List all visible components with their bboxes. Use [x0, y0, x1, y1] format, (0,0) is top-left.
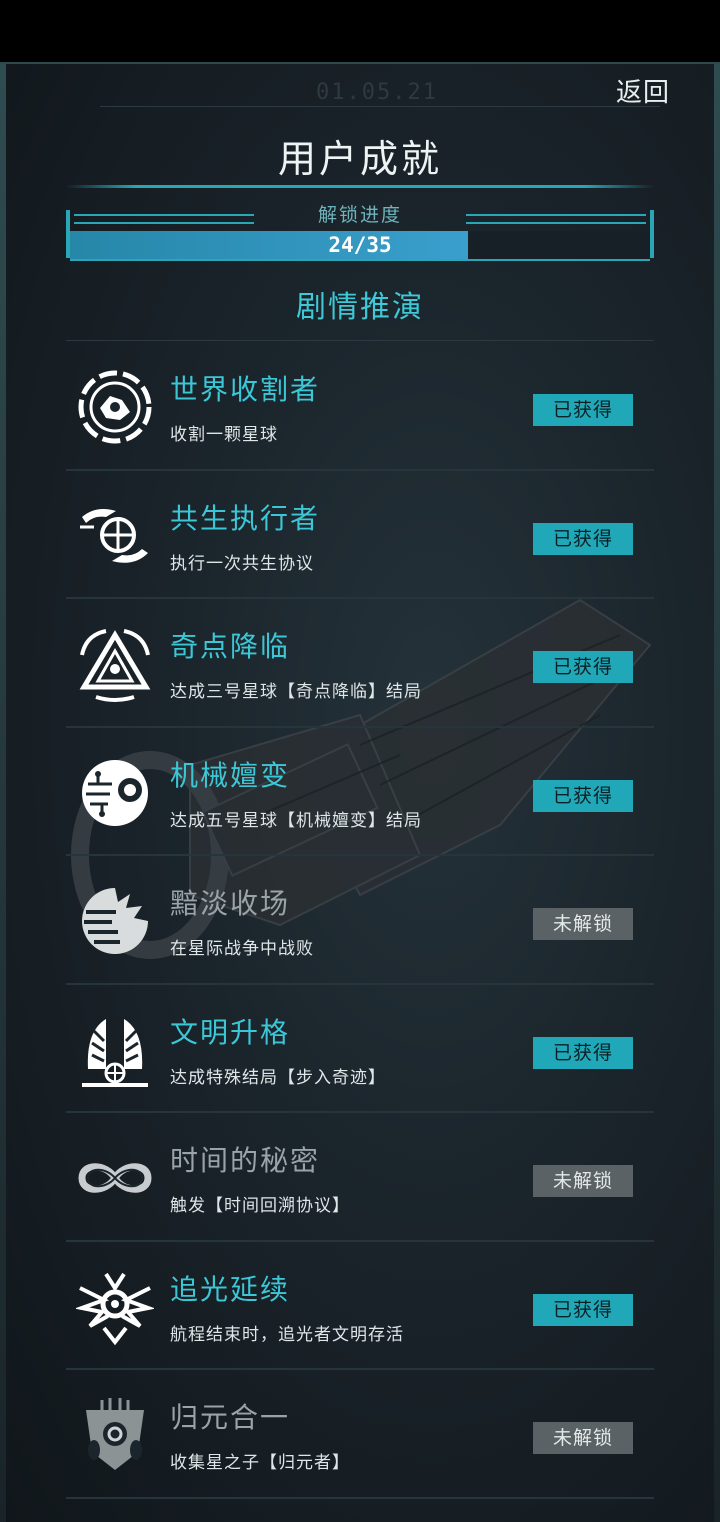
achievement-description: 达成三号星球【奇点降临】结局 [170, 682, 422, 702]
progress-label: 解锁进度 [317, 204, 402, 226]
infinity-icon [76, 1139, 154, 1217]
achievement-description: 执行一次共生协议 [170, 553, 314, 574]
achievement-status-badge: 已获得 [533, 1036, 633, 1069]
achievement-list: 世界收割者 收割一颗星球 已获得 共生执行者 执行一次共生协议 已获得 奇点降临 达成三号星球… [66, 342, 654, 1499]
achievement-row[interactable]: 时间的秘密触发【时间回溯协议】 未解锁 [66, 1113, 654, 1242]
date-stamp: 01.05.21 [316, 80, 438, 105]
shattered-planet-icon [76, 882, 154, 960]
achievement-status-badge: 未解锁 [533, 1422, 633, 1454]
mask-core-icon [76, 1396, 154, 1474]
achievement-status-badge: 已获得 [533, 522, 633, 555]
achievement-description: 航程结束时，追光者文明存活 [170, 1324, 404, 1345]
page-title: 用户成就 [277, 137, 442, 181]
achievement-title: 追光延续 [170, 1272, 291, 1306]
achievement-description: 达成五号星球【机械嬗变】结局 [170, 810, 422, 831]
title-underline [66, 185, 654, 188]
achievement-row[interactable]: 文明升格达成特殊结局【步入奇迹】 已获得 [66, 985, 654, 1113]
section-title: 剧情推演 [296, 290, 424, 325]
achievement-title: 奇点降临 [170, 630, 291, 663]
progress-text: 24/35 [328, 233, 392, 257]
achievement-title: 机械嬗变 [170, 758, 291, 792]
achievement-description: 达成特殊结局【步入奇迹】 [170, 1067, 386, 1088]
achievement-title: 共生执行者 [170, 501, 321, 535]
achievement-description: 收割一颗星球 [170, 425, 278, 445]
header-divider [100, 106, 660, 107]
globe-hands-icon [76, 497, 154, 575]
achievement-row[interactable]: 追光延续航程结束时，追光者文明存活 已获得 [66, 1242, 654, 1370]
achievement-title: 时间的秘密 [170, 1144, 321, 1177]
achievement-row[interactable]: 黯淡收场在星际战争中战败 未解锁 [66, 856, 654, 985]
achievement-title: 归元合一 [170, 1401, 291, 1434]
winged-globe-icon [76, 1011, 154, 1089]
achievement-status-badge: 已获得 [533, 779, 633, 812]
planet-harvest-icon [76, 368, 154, 446]
radiant-emblem-icon [74, 1268, 156, 1346]
achievement-status-badge: 已获得 [533, 1293, 633, 1326]
achievement-description: 在星际战争中战败 [170, 939, 314, 959]
achievement-row[interactable]: 世界收割者收割一颗星球 已获得 [66, 342, 654, 471]
achievement-row[interactable]: 共生执行者执行一次共生协议 已获得 [66, 471, 654, 599]
section-divider [66, 340, 654, 341]
achievement-description: 触发【时间回溯协议】 [170, 1196, 350, 1216]
achievement-row[interactable]: 归元合一收集星之子【归元者】 未解锁 [66, 1370, 654, 1499]
achievement-title: 黯淡收场 [170, 887, 291, 920]
achievement-status-badge: 未解锁 [533, 908, 633, 940]
circuit-eye-icon [76, 754, 154, 832]
achievement-title: 世界收割者 [170, 373, 321, 406]
progress-bar: 24/35 [70, 231, 650, 261]
achievement-status-badge: 已获得 [533, 651, 633, 683]
achievement-row[interactable]: 奇点降临达成三号星球【奇点降临】结局 已获得 [66, 599, 654, 728]
achievement-status-badge: 已获得 [533, 394, 633, 426]
achievement-title: 文明升格 [170, 1015, 291, 1049]
back-button[interactable]: 返回 [616, 72, 670, 109]
achievement-status-badge: 未解锁 [533, 1165, 633, 1197]
singularity-triangle-icon [76, 625, 154, 703]
achievement-description: 收集星之子【归元者】 [170, 1453, 350, 1473]
achievement-row[interactable]: 机械嬗变达成五号星球【机械嬗变】结局 已获得 [66, 728, 654, 856]
